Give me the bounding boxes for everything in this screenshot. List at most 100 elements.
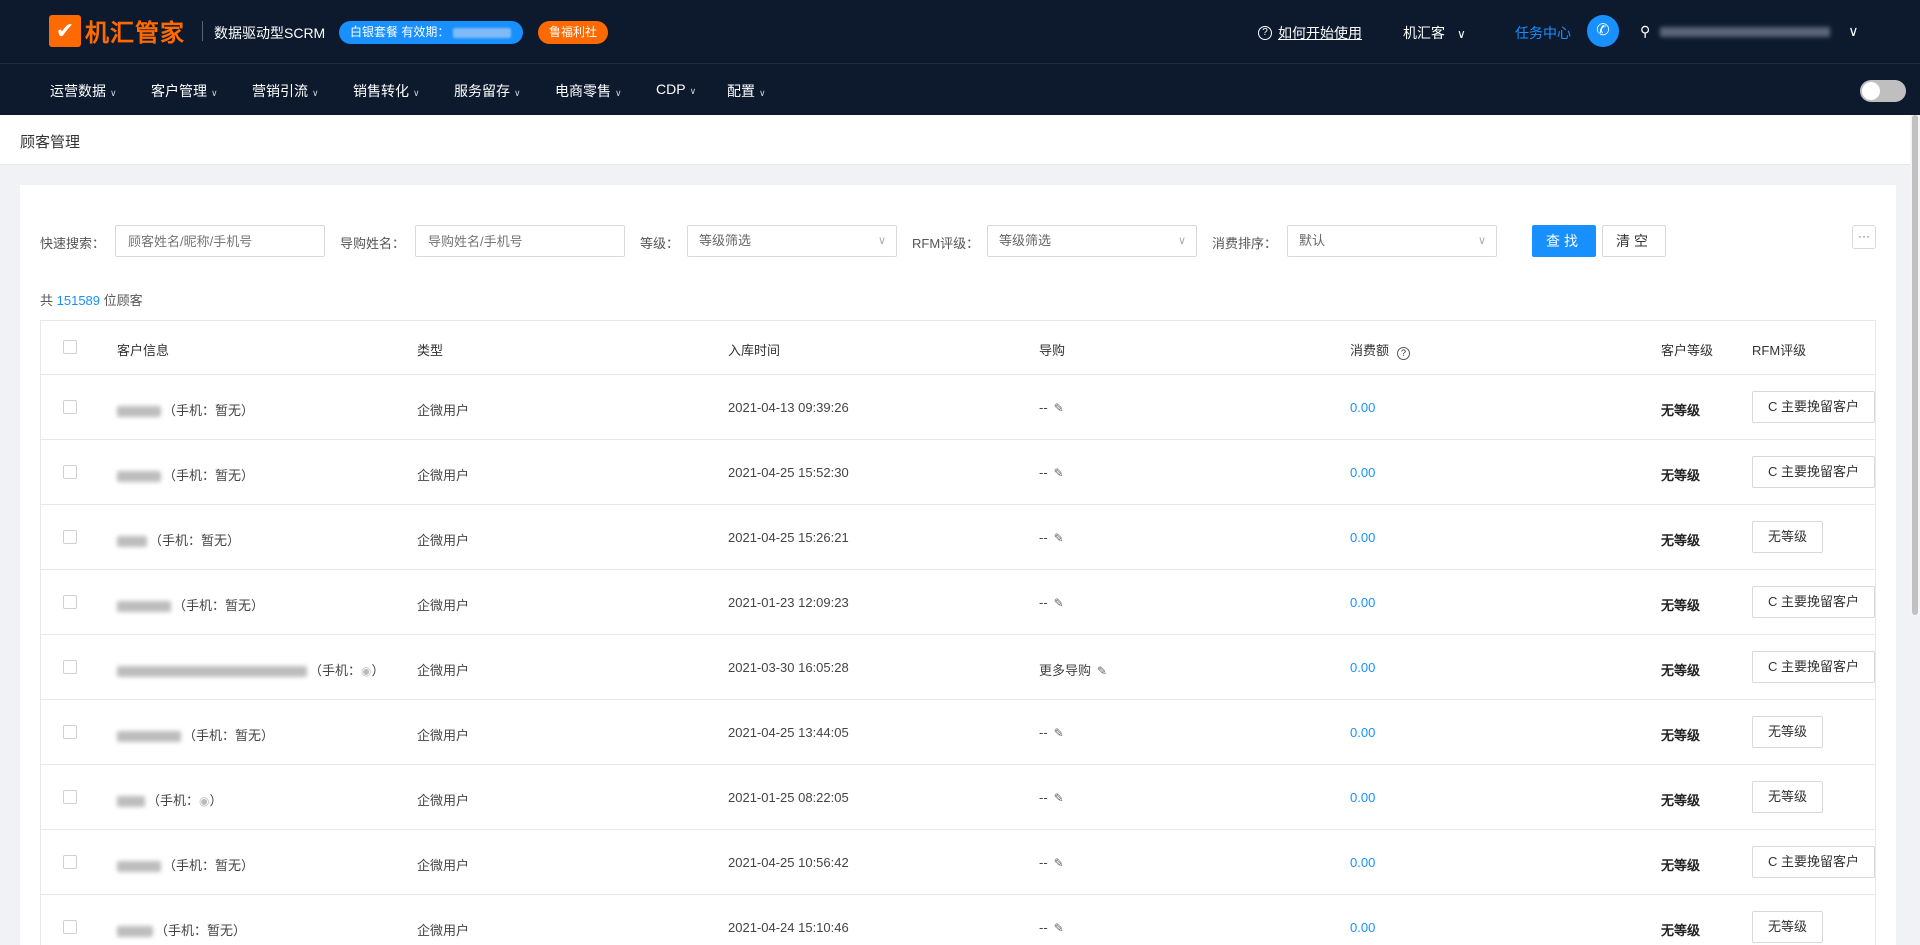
customer-info[interactable]: （手机：暂无） bbox=[117, 725, 274, 744]
edit-icon[interactable]: ✎ bbox=[1054, 726, 1064, 740]
rfm-button[interactable]: C 主要挽留客户 bbox=[1752, 651, 1876, 683]
edit-icon[interactable]: ✎ bbox=[1054, 596, 1064, 610]
rfm-select[interactable]: 等级筛选 ∨ bbox=[987, 225, 1197, 257]
row-checkbox[interactable] bbox=[63, 465, 77, 479]
edit-icon[interactable]: ✎ bbox=[1054, 856, 1064, 870]
amount[interactable]: 0.00 bbox=[1350, 465, 1375, 480]
customer-info[interactable]: （手机：暂无） bbox=[117, 400, 254, 419]
rfm-button[interactable]: 无等级 bbox=[1752, 781, 1824, 813]
user-menu[interactable]: ⚲ ∨ bbox=[1640, 23, 1859, 40]
table-row[interactable]: （手机：◉） 企微用户 2021-03-30 16:05:28 更多导购 ✎ 0.… bbox=[41, 635, 1876, 700]
nav-item-config[interactable]: 配置 ∨ bbox=[727, 81, 766, 101]
eye-icon[interactable]: ◉ bbox=[361, 664, 371, 678]
table-row[interactable]: （手机：◉） 企微用户 2021-01-25 08:22:05 -- ✎ 0.00… bbox=[41, 765, 1875, 830]
col-type: 类型 bbox=[417, 343, 444, 358]
clear-button[interactable]: 清空 bbox=[1602, 225, 1666, 257]
customer-level: 无等级 bbox=[1661, 728, 1701, 743]
guide-name-input[interactable] bbox=[415, 225, 625, 257]
nav-item-cdp[interactable]: CDP ∨ bbox=[656, 81, 696, 97]
customer-phone: （手机：暂无） bbox=[183, 728, 275, 743]
phone-icon[interactable]: ✆ bbox=[1587, 15, 1619, 47]
table-row[interactable]: （手机：暂无） 企微用户 2021-04-25 13:44:05 -- ✎ 0.0… bbox=[41, 700, 1875, 765]
nav-item-service[interactable]: 服务留存 ∨ bbox=[454, 81, 521, 101]
edit-icon[interactable]: ✎ bbox=[1054, 531, 1064, 545]
row-checkbox[interactable] bbox=[63, 790, 77, 804]
table-row[interactable]: （手机：暂无） 企微用户 2021-01-23 12:09:23 -- ✎ 0.0… bbox=[41, 570, 1876, 635]
nav-item-operations[interactable]: 运营数据 ∨ bbox=[50, 81, 117, 101]
col-rfm: RFM评级 bbox=[1752, 343, 1807, 358]
customer-type: 企微用户 bbox=[417, 533, 470, 548]
rfm-button[interactable]: C 主要挽留客户 bbox=[1752, 586, 1876, 618]
edit-icon[interactable]: ✎ bbox=[1054, 791, 1064, 805]
customer-info[interactable]: （手机：暂无） bbox=[117, 595, 264, 614]
edit-icon[interactable]: ✎ bbox=[1054, 466, 1064, 480]
table-row[interactable]: （手机：暂无） 企微用户 2021-04-24 15:10:46 -- ✎ 0.0… bbox=[41, 895, 1875, 945]
page-scrollbar[interactable] bbox=[1910, 115, 1920, 615]
customer-info[interactable]: （手机：暂无） bbox=[117, 530, 240, 549]
table-row[interactable]: （手机：暂无） 企微用户 2021-04-25 15:52:30 -- ✎ 0.0… bbox=[41, 440, 1876, 505]
amount[interactable]: 0.00 bbox=[1350, 595, 1375, 610]
customer-phone: （手机： bbox=[309, 663, 362, 678]
row-checkbox[interactable] bbox=[63, 530, 77, 544]
nav-item-ecommerce[interactable]: 电商零售 ∨ bbox=[555, 81, 622, 101]
customer-info[interactable]: （手机：暂无） bbox=[117, 920, 246, 939]
rfm-button[interactable]: C 主要挽留客户 bbox=[1752, 391, 1876, 423]
search-button[interactable]: 查找 bbox=[1532, 225, 1596, 257]
task-center-link[interactable]: 任务中心 bbox=[1515, 23, 1571, 43]
edit-icon[interactable]: ✎ bbox=[1054, 401, 1064, 415]
select-all-checkbox[interactable] bbox=[63, 340, 77, 354]
customer-info[interactable]: （手机：◉） bbox=[117, 790, 223, 809]
customer-type: 企微用户 bbox=[417, 793, 470, 808]
table-row[interactable]: （手机：暂无） 企微用户 2021-04-13 09:39:26 -- ✎ 0.0… bbox=[41, 375, 1876, 440]
user-icon: ⚲ bbox=[1640, 23, 1651, 39]
amount[interactable]: 0.00 bbox=[1350, 855, 1375, 870]
org-label: 机汇客 bbox=[1403, 25, 1445, 41]
amount[interactable]: 0.00 bbox=[1350, 660, 1375, 675]
org-switcher[interactable]: 机汇客 ∨ bbox=[1403, 23, 1466, 43]
created-time: 2021-04-25 13:44:05 bbox=[728, 725, 849, 740]
rfm-button[interactable]: C 主要挽留客户 bbox=[1752, 456, 1876, 488]
nav-item-marketing[interactable]: 营销引流 ∨ bbox=[252, 81, 319, 101]
created-time: 2021-03-30 16:05:28 bbox=[728, 660, 849, 675]
level-select[interactable]: 等级筛选 ∨ bbox=[687, 225, 897, 257]
help-link[interactable]: ? 如何开始使用 bbox=[1258, 23, 1362, 43]
row-checkbox[interactable] bbox=[63, 920, 77, 934]
chevron-down-icon: ∨ bbox=[877, 235, 886, 247]
more-options-button[interactable]: ··· bbox=[1852, 225, 1876, 249]
logo[interactable]: ✔ 机汇管家 bbox=[49, 13, 185, 48]
row-checkbox[interactable] bbox=[63, 400, 77, 414]
customer-info[interactable]: （手机：暂无） bbox=[117, 465, 254, 484]
customer-info[interactable]: （手机：暂无） bbox=[117, 855, 254, 874]
nav-item-sales[interactable]: 销售转化 ∨ bbox=[353, 81, 420, 101]
eye-icon[interactable]: ◉ bbox=[199, 794, 209, 808]
scrollbar-thumb[interactable] bbox=[1912, 115, 1918, 615]
plan-badge[interactable]: 白银套餐 有效期： bbox=[339, 21, 523, 44]
welfare-badge[interactable]: 鲁福利社 bbox=[538, 21, 608, 44]
edit-icon[interactable]: ✎ bbox=[1097, 664, 1107, 678]
rfm-button[interactable]: 无等级 bbox=[1752, 911, 1824, 943]
row-checkbox[interactable] bbox=[63, 725, 77, 739]
quick-search-input[interactable] bbox=[115, 225, 325, 257]
guide-cell: 更多导购 ✎ bbox=[1039, 660, 1107, 679]
theme-toggle[interactable] bbox=[1860, 80, 1906, 102]
rfm-button[interactable]: 无等级 bbox=[1752, 716, 1824, 748]
row-checkbox[interactable] bbox=[63, 595, 77, 609]
amount[interactable]: 0.00 bbox=[1350, 790, 1375, 805]
sort-select[interactable]: 默认 ∨ bbox=[1287, 225, 1497, 257]
chevron-down-icon: ∨ bbox=[1848, 23, 1859, 39]
amount[interactable]: 0.00 bbox=[1350, 920, 1375, 935]
row-checkbox[interactable] bbox=[63, 660, 77, 674]
question-icon[interactable]: ? bbox=[1397, 347, 1411, 360]
rfm-button[interactable]: 无等级 bbox=[1752, 521, 1824, 553]
table-row[interactable]: （手机：暂无） 企微用户 2021-04-25 15:26:21 -- ✎ 0.0… bbox=[41, 505, 1875, 570]
table-row[interactable]: （手机：暂无） 企微用户 2021-04-25 10:56:42 -- ✎ 0.0… bbox=[41, 830, 1876, 895]
amount[interactable]: 0.00 bbox=[1350, 725, 1375, 740]
nav-item-customers[interactable]: 客户管理 ∨ bbox=[151, 81, 218, 101]
amount[interactable]: 0.00 bbox=[1350, 400, 1375, 415]
customer-name-redacted bbox=[117, 731, 181, 743]
edit-icon[interactable]: ✎ bbox=[1054, 921, 1064, 935]
amount[interactable]: 0.00 bbox=[1350, 530, 1375, 545]
customer-info[interactable]: （手机：◉） bbox=[117, 660, 385, 679]
rfm-button[interactable]: C 主要挽留客户 bbox=[1752, 846, 1876, 878]
row-checkbox[interactable] bbox=[63, 855, 77, 869]
